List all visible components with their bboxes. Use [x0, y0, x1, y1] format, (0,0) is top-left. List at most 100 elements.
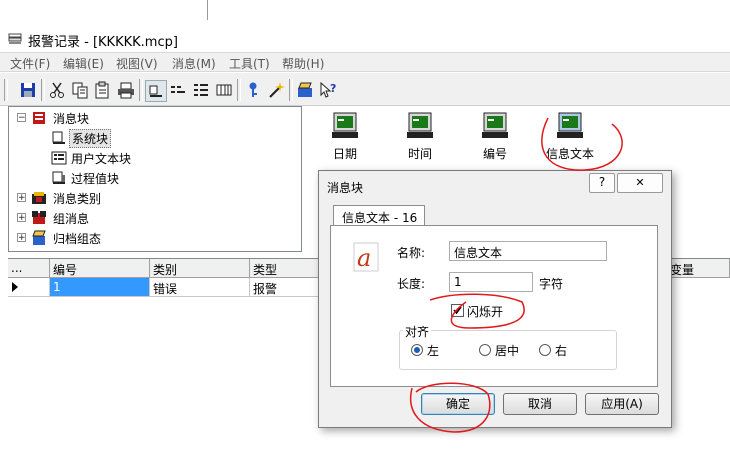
- message-block-icon: [33, 112, 45, 124]
- computer-icon: [557, 112, 583, 138]
- print-icon[interactable]: [116, 80, 136, 100]
- tree-node-system-block[interactable]: 系统块: [17, 129, 217, 148]
- group-message-icon: [32, 211, 46, 224]
- block-label: 编号: [482, 147, 507, 161]
- block-label: 信息文本: [545, 147, 594, 161]
- toolbar-separator: [237, 79, 241, 101]
- expand-icon[interactable]: +: [17, 213, 26, 223]
- name-label: 名称:: [397, 246, 426, 260]
- block-number[interactable]: 编号: [465, 110, 525, 162]
- title-bar: 报警记录 - [KKKKK.mcp]: [0, 27, 730, 51]
- cut-icon[interactable]: [47, 80, 67, 100]
- archive-icon[interactable]: [295, 80, 315, 100]
- toolbar: ?: [0, 73, 730, 106]
- length-unit: 字符: [539, 277, 564, 291]
- close-button[interactable]: ✕: [617, 173, 663, 193]
- computer-icon: [407, 112, 433, 138]
- toolbar-separator: [139, 79, 143, 101]
- tree-node-user-text-block[interactable]: 用户文本块: [17, 149, 217, 167]
- grid-header[interactable]: 类别: [150, 259, 250, 278]
- align-title: 对齐: [403, 323, 432, 340]
- save-icon[interactable]: [18, 80, 38, 100]
- toolbar-separator: [289, 79, 293, 101]
- alarm-log-icon: [8, 33, 22, 44]
- tree-label: 系统块: [69, 129, 112, 148]
- name-field[interactable]: 信息文本: [449, 241, 607, 261]
- tree-node-message-class[interactable]: + 消息类别: [17, 189, 217, 207]
- context-help-icon[interactable]: ?: [318, 80, 338, 100]
- expand-icon[interactable]: +: [17, 193, 26, 203]
- block-date[interactable]: 日期: [315, 110, 375, 162]
- apply-button[interactable]: 应用(A): [585, 393, 659, 415]
- tree-label: 组消息: [53, 212, 90, 226]
- user-text-block-icon: [51, 151, 67, 165]
- align-right-radio[interactable]: [539, 344, 551, 356]
- menu-edit[interactable]: 编辑(E): [63, 55, 104, 72]
- align-center-label: 居中: [495, 344, 520, 358]
- tree-label: 消息块: [53, 112, 90, 126]
- length-label: 长度:: [397, 277, 426, 291]
- help-button[interactable]: ?: [589, 173, 615, 193]
- process-value-block-icon: [52, 171, 65, 184]
- length-field[interactable]: 1: [449, 272, 533, 292]
- dialog-title: 消息块: [327, 181, 364, 195]
- flash-label: 闪烁开: [467, 305, 504, 319]
- tree-node-message-block[interactable]: − 消息块: [17, 109, 217, 127]
- tree-node-process-value-block[interactable]: 过程值块: [17, 169, 217, 187]
- message-tree: − 消息块 系统块 用户文本块 过程值块 + 消息类别 + 组消息 + 归档组态: [8, 106, 302, 252]
- block-label: 日期: [332, 147, 357, 161]
- flash-checkbox[interactable]: [451, 304, 464, 317]
- menu-help[interactable]: 帮助(H): [282, 55, 324, 72]
- tree-label: 用户文本块: [71, 152, 132, 166]
- copy-icon[interactable]: [70, 80, 90, 100]
- tree-label: 过程值块: [71, 172, 120, 186]
- menu-bar: 文件(F) 编辑(E) 视图(V) 消息(M) 工具(T) 帮助(H): [0, 52, 730, 72]
- text-block-icon: a: [353, 242, 379, 272]
- svg-text:?: ?: [330, 82, 336, 95]
- menu-tools[interactable]: 工具(T): [229, 55, 270, 72]
- table-cell[interactable]: 错误: [150, 278, 250, 297]
- window-title: 报警记录 - [KKKKK.mcp]: [28, 35, 178, 50]
- menu-message[interactable]: 消息(M): [172, 55, 216, 72]
- cancel-button[interactable]: 取消: [503, 393, 577, 415]
- key-icon[interactable]: [243, 80, 263, 100]
- system-block-icon[interactable]: [145, 80, 167, 102]
- message-class-icon: [32, 192, 46, 204]
- process-value-icon[interactable]: [191, 80, 211, 100]
- tree-node-group-message[interactable]: + 组消息: [17, 209, 217, 227]
- toolbar-separator: [41, 79, 45, 101]
- grid-header[interactable]: ...: [8, 259, 50, 278]
- align-center-radio[interactable]: [479, 344, 491, 356]
- table-cell[interactable]: 1: [50, 278, 150, 297]
- tree-node-archive-config[interactable]: + 归档组态: [17, 229, 217, 247]
- row-indicator[interactable]: [8, 278, 50, 297]
- row-pointer-icon: [12, 282, 18, 292]
- ok-button[interactable]: 确定: [421, 393, 495, 415]
- window-edge: [207, 0, 208, 20]
- tab-page: a 名称: 信息文本 长度: 1 字符 闪烁开 对齐 左 居中 右: [330, 225, 658, 387]
- block-label: 时间: [407, 147, 432, 161]
- collapse-icon[interactable]: −: [17, 113, 26, 123]
- grid-header[interactable]: 编号: [50, 259, 150, 278]
- message-block-dialog: 消息块 ? ✕ 信息文本 - 16 a 名称: 信息文本 长度: 1 字符 闪烁…: [318, 170, 672, 428]
- user-text-icon[interactable]: [168, 80, 188, 100]
- block-time[interactable]: 时间: [390, 110, 450, 162]
- block-info-text[interactable]: 信息文本: [535, 110, 605, 162]
- tree-label: 消息类别: [53, 192, 102, 206]
- align-left-radio[interactable]: [411, 344, 423, 356]
- paste-icon[interactable]: [93, 80, 113, 100]
- tree-label: 归档组态: [53, 232, 102, 246]
- expand-icon[interactable]: +: [17, 233, 26, 243]
- svg-text:a: a: [357, 244, 371, 272]
- align-left-label: 左: [427, 344, 440, 358]
- toolbar-grip: [4, 79, 8, 101]
- check-icon: [453, 306, 462, 315]
- menu-view[interactable]: 视图(V): [116, 55, 158, 72]
- wand-icon[interactable]: [266, 80, 286, 100]
- tab-info-text[interactable]: 信息文本 - 16: [333, 205, 425, 226]
- columns-icon[interactable]: [214, 80, 234, 100]
- computer-icon: [482, 112, 508, 138]
- align-right-label: 右: [555, 344, 568, 358]
- menu-file[interactable]: 文件(F): [10, 55, 50, 72]
- system-block-icon: [52, 131, 65, 144]
